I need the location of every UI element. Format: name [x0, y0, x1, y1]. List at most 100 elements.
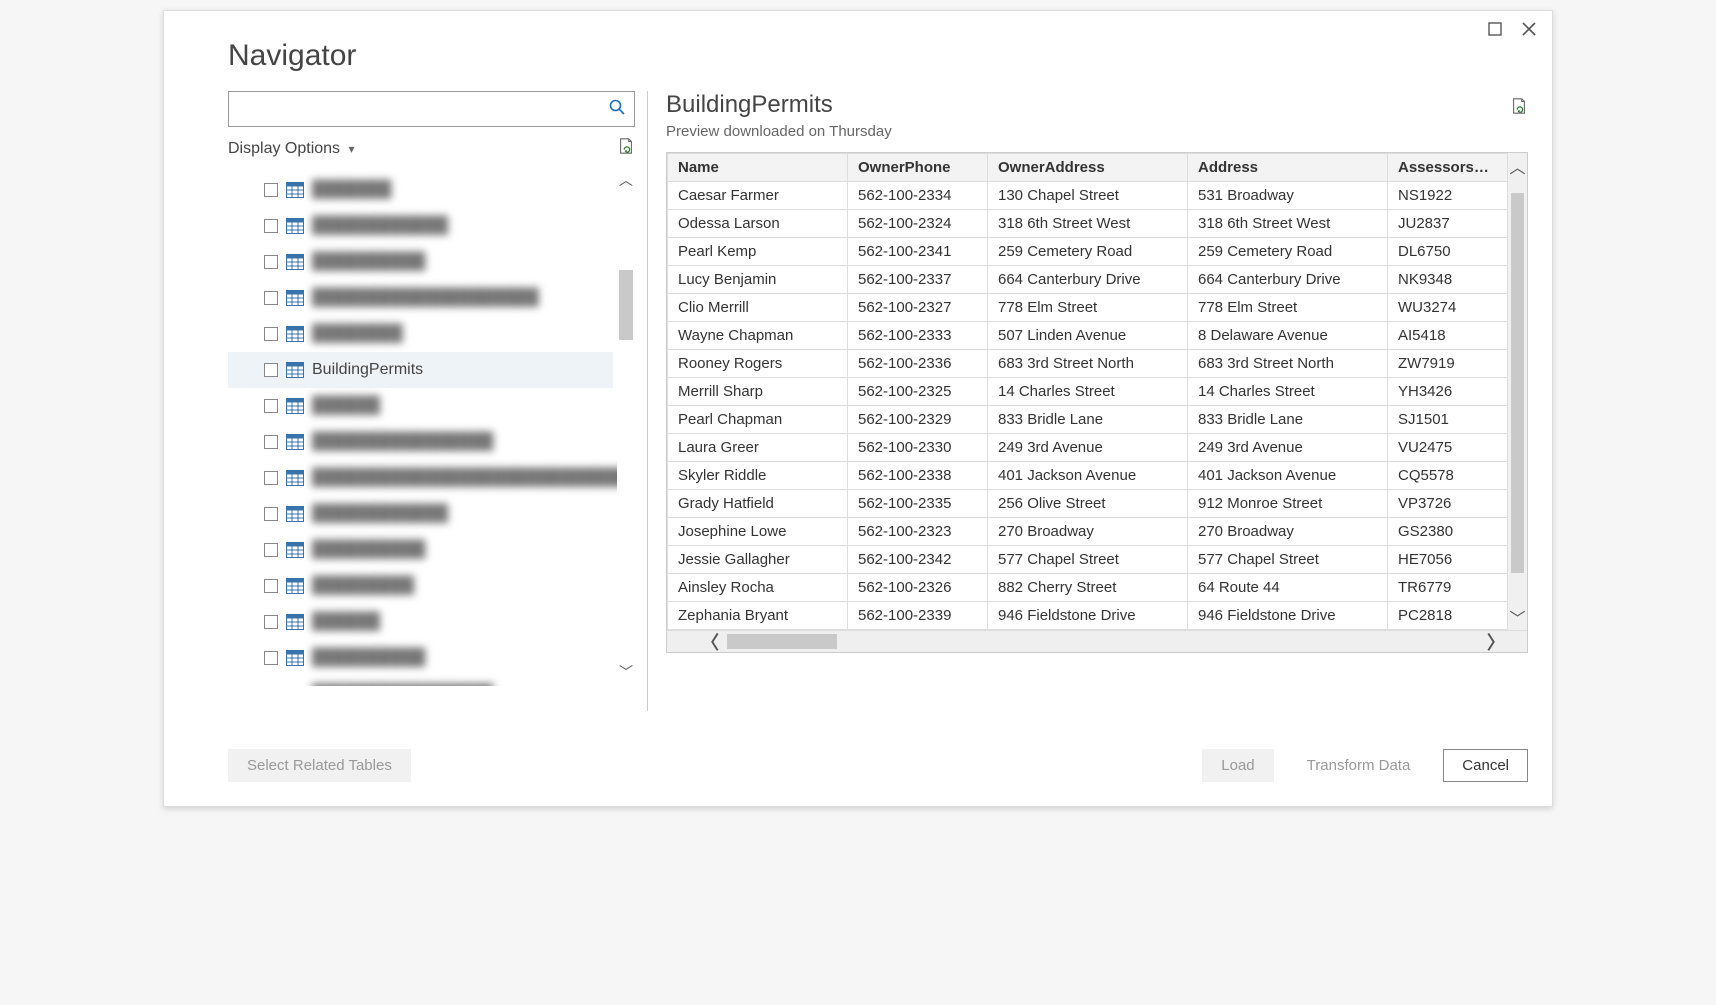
table-row[interactable]: Josephine Lowe562-100-2323270 Broadway27…: [668, 518, 1508, 546]
tree-item[interactable]: ████████████████: [228, 676, 613, 686]
cancel-button[interactable]: Cancel: [1443, 749, 1528, 782]
display-options-dropdown[interactable]: Display Options ▾: [228, 140, 355, 158]
tree-item-checkbox[interactable]: [264, 615, 278, 629]
table-cell: 778 Elm Street: [988, 294, 1188, 322]
search-input[interactable]: [229, 101, 600, 118]
tree-item[interactable]: █████████: [228, 568, 613, 604]
tree-item-checkbox[interactable]: [264, 219, 278, 233]
scroll-down-icon[interactable]: ﹀: [1508, 604, 1527, 630]
table-cell: DL6750: [1388, 238, 1508, 266]
table-cell: WU3274: [1388, 294, 1508, 322]
column-header[interactable]: Name: [668, 154, 848, 182]
tree-item[interactable]: ████████: [228, 316, 613, 352]
tree-item-checkbox[interactable]: [264, 327, 278, 341]
tree-item-checkbox[interactable]: [264, 507, 278, 521]
table-row[interactable]: Merrill Sharp562-100-232514 Charles Stre…: [668, 378, 1508, 406]
tree-item[interactable]: ████████████: [228, 496, 613, 532]
table-row[interactable]: Jessie Gallagher562-100-2342577 Chapel S…: [668, 546, 1508, 574]
tree-item-checkbox[interactable]: [264, 255, 278, 269]
table-cell: 318 6th Street West: [1188, 210, 1388, 238]
table-cell: 401 Jackson Avenue: [1188, 462, 1388, 490]
grid-vscroll-thumb[interactable]: [1511, 193, 1524, 573]
tree-item-checkbox[interactable]: [264, 291, 278, 305]
column-header[interactable]: OwnerPhone: [848, 154, 988, 182]
tree-item-checkbox[interactable]: [264, 543, 278, 557]
table-cell: VU2475: [1388, 434, 1508, 462]
table-cell: YH3426: [1388, 378, 1508, 406]
table-row[interactable]: Grady Hatfield562-100-2335256 Olive Stre…: [668, 490, 1508, 518]
table-row[interactable]: Pearl Chapman562-100-2329833 Bridle Lane…: [668, 406, 1508, 434]
table-cell: 577 Chapel Street: [988, 546, 1188, 574]
refresh-icon[interactable]: [617, 137, 635, 160]
tree-item-checkbox[interactable]: [264, 579, 278, 593]
table-row[interactable]: Ainsley Rocha562-100-2326882 Cherry Stre…: [668, 574, 1508, 602]
table-cell: NS1922: [1388, 182, 1508, 210]
table-row[interactable]: Caesar Farmer562-100-2334130 Chapel Stre…: [668, 182, 1508, 210]
tree-item-checkbox[interactable]: [264, 399, 278, 413]
table-icon: [286, 362, 304, 378]
tree-item-checkbox[interactable]: [264, 651, 278, 665]
table-row[interactable]: Zephania Bryant562-100-2339946 Fieldston…: [668, 602, 1508, 630]
tree-item[interactable]: ██████████: [228, 244, 613, 280]
table-row[interactable]: Skyler Riddle562-100-2338401 Jackson Ave…: [668, 462, 1508, 490]
tree-item[interactable]: ██████████: [228, 532, 613, 568]
tree-item[interactable]: ████████████: [228, 208, 613, 244]
table-cell: Caesar Farmer: [668, 182, 848, 210]
tree-item[interactable]: ████████████████: [228, 424, 613, 460]
tree-scroll-thumb[interactable]: [619, 270, 633, 340]
tree-item[interactable]: ██████: [228, 388, 613, 424]
table-cell: 562-100-2338: [848, 462, 988, 490]
scroll-up-icon[interactable]: ︿: [1508, 153, 1527, 179]
tree-item[interactable]: ████████████████████: [228, 280, 613, 316]
table-cell: 562-100-2334: [848, 182, 988, 210]
select-related-tables-button[interactable]: Select Related Tables: [228, 749, 411, 782]
table-cell: NK9348: [1388, 266, 1508, 294]
table-row[interactable]: Pearl Kemp562-100-2341259 Cemetery Road2…: [668, 238, 1508, 266]
tree-item[interactable]: ██████████: [228, 640, 613, 676]
maximize-icon[interactable]: [1488, 21, 1502, 39]
tree-item-checkbox[interactable]: [264, 183, 278, 197]
table-cell: TR6779: [1388, 574, 1508, 602]
column-header[interactable]: Address: [1188, 154, 1388, 182]
scroll-left-icon[interactable]: 〈: [701, 629, 719, 655]
table-row[interactable]: Laura Greer562-100-2330249 3rd Avenue249…: [668, 434, 1508, 462]
tree-scrollbar[interactable]: ︿ ﹀: [617, 170, 635, 682]
tree-item-checkbox[interactable]: [264, 363, 278, 377]
table-cell: 778 Elm Street: [1188, 294, 1388, 322]
column-header[interactable]: OwnerAddress: [988, 154, 1188, 182]
table-cell: 562-100-2327: [848, 294, 988, 322]
table-cell: 912 Monroe Street: [1188, 490, 1388, 518]
search-icon[interactable]: [600, 99, 634, 120]
tree-item-checkbox[interactable]: [264, 435, 278, 449]
search-box[interactable]: [228, 91, 635, 127]
grid-hscroll-thumb[interactable]: [727, 634, 837, 649]
close-icon[interactable]: [1522, 21, 1536, 39]
table-row[interactable]: Lucy Benjamin562-100-2337664 Canterbury …: [668, 266, 1508, 294]
scroll-right-icon[interactable]: 〉: [1487, 629, 1505, 655]
tree-item[interactable]: ████████████████████████████: [228, 460, 613, 496]
tree-item-label: BuildingPermits: [312, 361, 423, 379]
preview-refresh-icon[interactable]: [1510, 97, 1528, 120]
grid-horizontal-scrollbar[interactable]: 〈 〉: [667, 630, 1527, 652]
tree-item[interactable]: ██████: [228, 604, 613, 640]
table-icon: [286, 434, 304, 450]
table-cell: 259 Cemetery Road: [988, 238, 1188, 266]
transform-data-button[interactable]: Transform Data: [1288, 749, 1430, 782]
table-row[interactable]: Rooney Rogers562-100-2336683 3rd Street …: [668, 350, 1508, 378]
table-cell: SJ1501: [1388, 406, 1508, 434]
table-row[interactable]: Odessa Larson562-100-2324318 6th Street …: [668, 210, 1508, 238]
column-header[interactable]: AssessorsParcel: [1388, 154, 1508, 182]
table-icon: [286, 542, 304, 558]
table-icon: [286, 254, 304, 270]
tree-item[interactable]: BuildingPermits: [228, 352, 613, 388]
tree-item-checkbox[interactable]: [264, 471, 278, 485]
tree-item-label: █████████: [312, 577, 414, 595]
grid-vertical-scrollbar[interactable]: ︿ ﹀: [1507, 153, 1527, 630]
table-cell: 562-100-2330: [848, 434, 988, 462]
load-button[interactable]: Load: [1202, 749, 1273, 782]
scroll-down-icon[interactable]: ﹀: [617, 662, 635, 682]
table-row[interactable]: Wayne Chapman562-100-2333507 Linden Aven…: [668, 322, 1508, 350]
scroll-up-icon[interactable]: ︿: [617, 170, 635, 190]
table-row[interactable]: Clio Merrill562-100-2327778 Elm Street77…: [668, 294, 1508, 322]
tree-item[interactable]: ███████: [228, 172, 613, 208]
